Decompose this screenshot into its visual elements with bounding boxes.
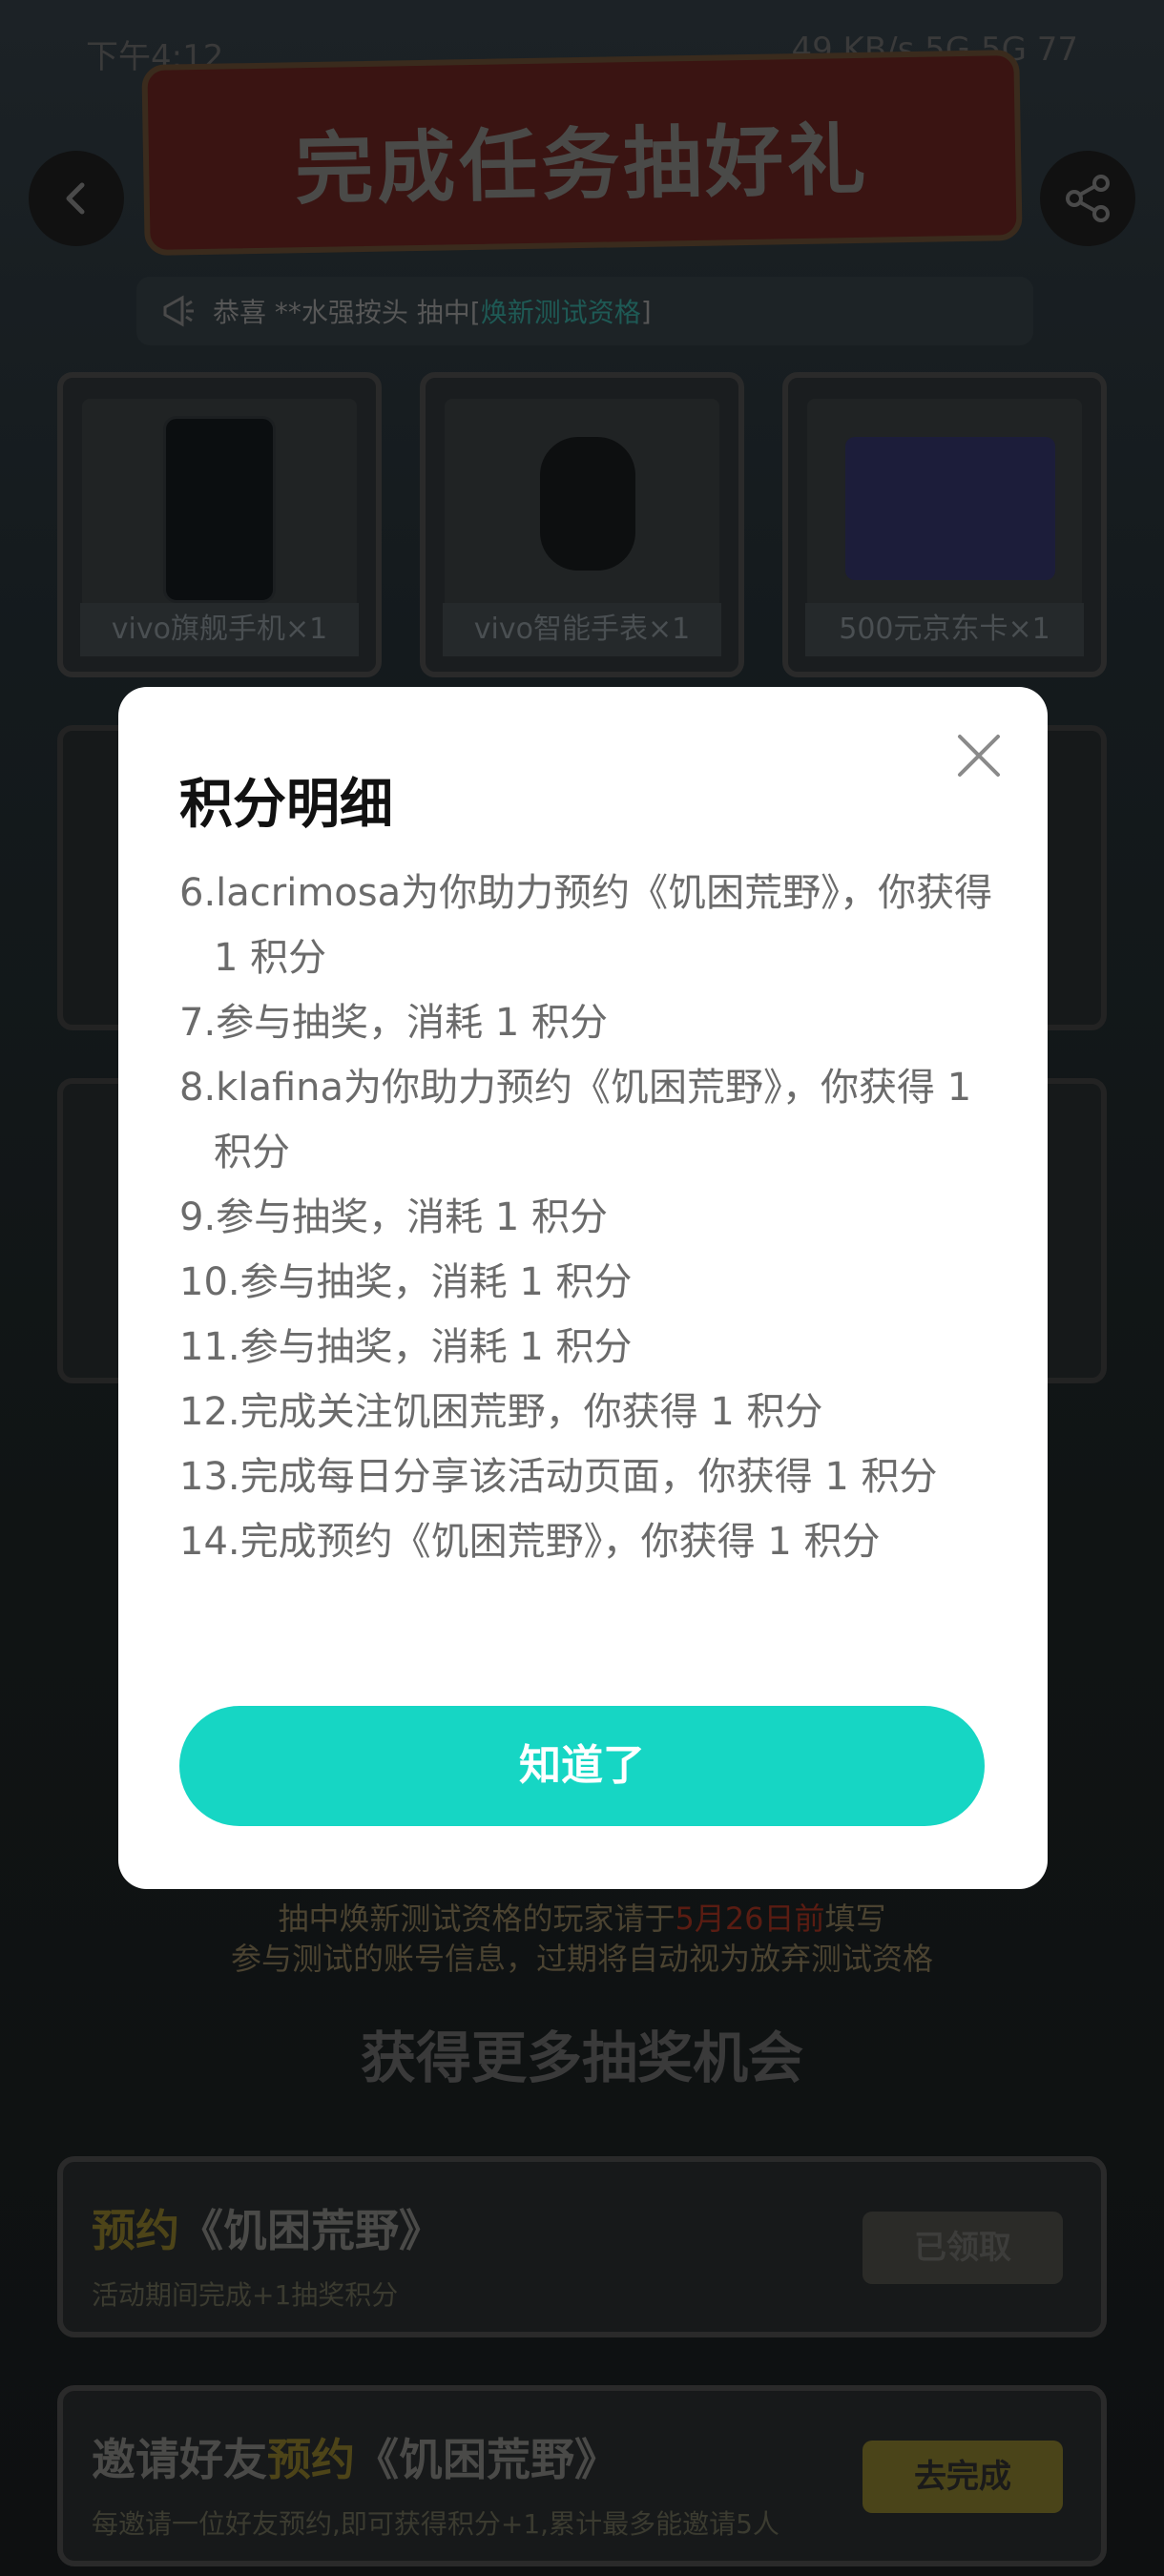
prize-label: 500元京东卡×1 (805, 603, 1084, 656)
notice-line1: 抽中焕新测试资格的玩家请于 (278, 1901, 676, 1937)
prize-label: vivo智能手表×1 (443, 603, 721, 656)
notice-date: 5月26日前 (675, 1901, 825, 1937)
prize-card: vivo智能手表×1 (420, 372, 744, 677)
points-record: 10.参与抽奖，消耗 1 积分 (179, 1260, 633, 1304)
notice-line1-end: 填写 (824, 1901, 886, 1937)
points-record: 13.完成每日分享该活动页面，你获得 1 积分 (179, 1455, 938, 1499)
points-record: 6.lacrimosa为你助力预约《饥困荒野》，你获得 1 积分 (179, 871, 993, 980)
points-record: 8.klafina为你助力预约《饥困荒野》，你获得 1 积分 (179, 1066, 972, 1174)
megaphone-icon (163, 295, 194, 327)
section-title: 获得更多抽奖机会 (360, 2025, 803, 2090)
notice-text: 抽中焕新测试资格的玩家请于5月26日前填写 参与测试的账号信息，过期将自动视为放… (0, 1899, 1164, 1979)
winner-ticker: 恭喜 **水强按头 抽中[ 焕新测试资格 ] (136, 277, 1033, 345)
close-button[interactable] (945, 721, 1013, 790)
go-complete-button[interactable]: 去完成 (863, 2441, 1063, 2513)
points-record: 14.完成预约《饥困荒野》，你获得 1 积分 (179, 1520, 881, 1564)
prize-card: 500元京东卡×1 (782, 372, 1107, 677)
ticker-suffix: ] (640, 295, 652, 327)
points-record: 12.完成关注饥困荒野，你获得 1 积分 (179, 1390, 823, 1434)
prize-label: vivo旗舰手机×1 (80, 603, 359, 656)
task-title: 预约《饥困荒野》 (92, 2205, 443, 2256)
modal-title: 积分明细 (179, 774, 393, 836)
prize-image (82, 399, 357, 609)
close-icon (958, 735, 1000, 777)
chevron-left-icon (66, 182, 85, 215)
prize-image (807, 399, 1082, 609)
task-subtitle: 每邀请一位好友预约,即可获得积分+1,累计最多能邀请5人 (92, 2508, 779, 2540)
task-card-invite: 邀请好友预约《饥困荒野》 每邀请一位好友预约,即可获得积分+1,累计最多能邀请5… (57, 2385, 1107, 2566)
claimed-button[interactable]: 已领取 (863, 2212, 1063, 2284)
points-record-list: 6.lacrimosa为你助力预约《饥困荒野》，你获得 1 积分 7.参与抽奖，… (179, 861, 1019, 1574)
prize-row: vivo旗舰手机×1 vivo智能手表×1 500元京东卡×1 (57, 372, 1107, 677)
points-record: 11.参与抽奖，消耗 1 积分 (179, 1325, 633, 1369)
banner-title: 完成任务抽好礼 (294, 114, 871, 217)
ticker-prize: 焕新测试资格 (480, 297, 641, 328)
share-icon (1066, 175, 1110, 222)
back-button[interactable] (29, 151, 124, 246)
points-record: 7.参与抽奖，消耗 1 积分 (179, 1001, 609, 1045)
title-banner: 完成任务抽好礼 (141, 49, 1023, 257)
ticker-prefix: 恭喜 **水强按头 抽中[ (213, 297, 481, 328)
prize-card: vivo旗舰手机×1 (57, 372, 382, 677)
prize-image (445, 399, 719, 609)
activity-page: 下午4:12 49 KB/s 5G 5G 77 完成任务抽好礼 恭喜 **水强按… (0, 0, 1164, 2576)
points-record: 9.参与抽奖，消耗 1 积分 (179, 1195, 609, 1239)
share-button[interactable] (1040, 151, 1135, 246)
got-it-button[interactable]: 知道了 (179, 1706, 985, 1826)
task-card-reserve: 预约《饥困荒野》 活动期间完成+1抽奖积分 已领取 (57, 2156, 1107, 2337)
points-detail-modal: 积分明细 6.lacrimosa为你助力预约《饥困荒野》，你获得 1 积分 7.… (118, 687, 1048, 1889)
task-title: 邀请好友预约《饥困荒野》 (92, 2434, 618, 2485)
notice-line2: 参与测试的账号信息，过期将自动视为放弃测试资格 (230, 1941, 933, 1977)
task-subtitle: 活动期间完成+1抽奖积分 (92, 2279, 399, 2311)
